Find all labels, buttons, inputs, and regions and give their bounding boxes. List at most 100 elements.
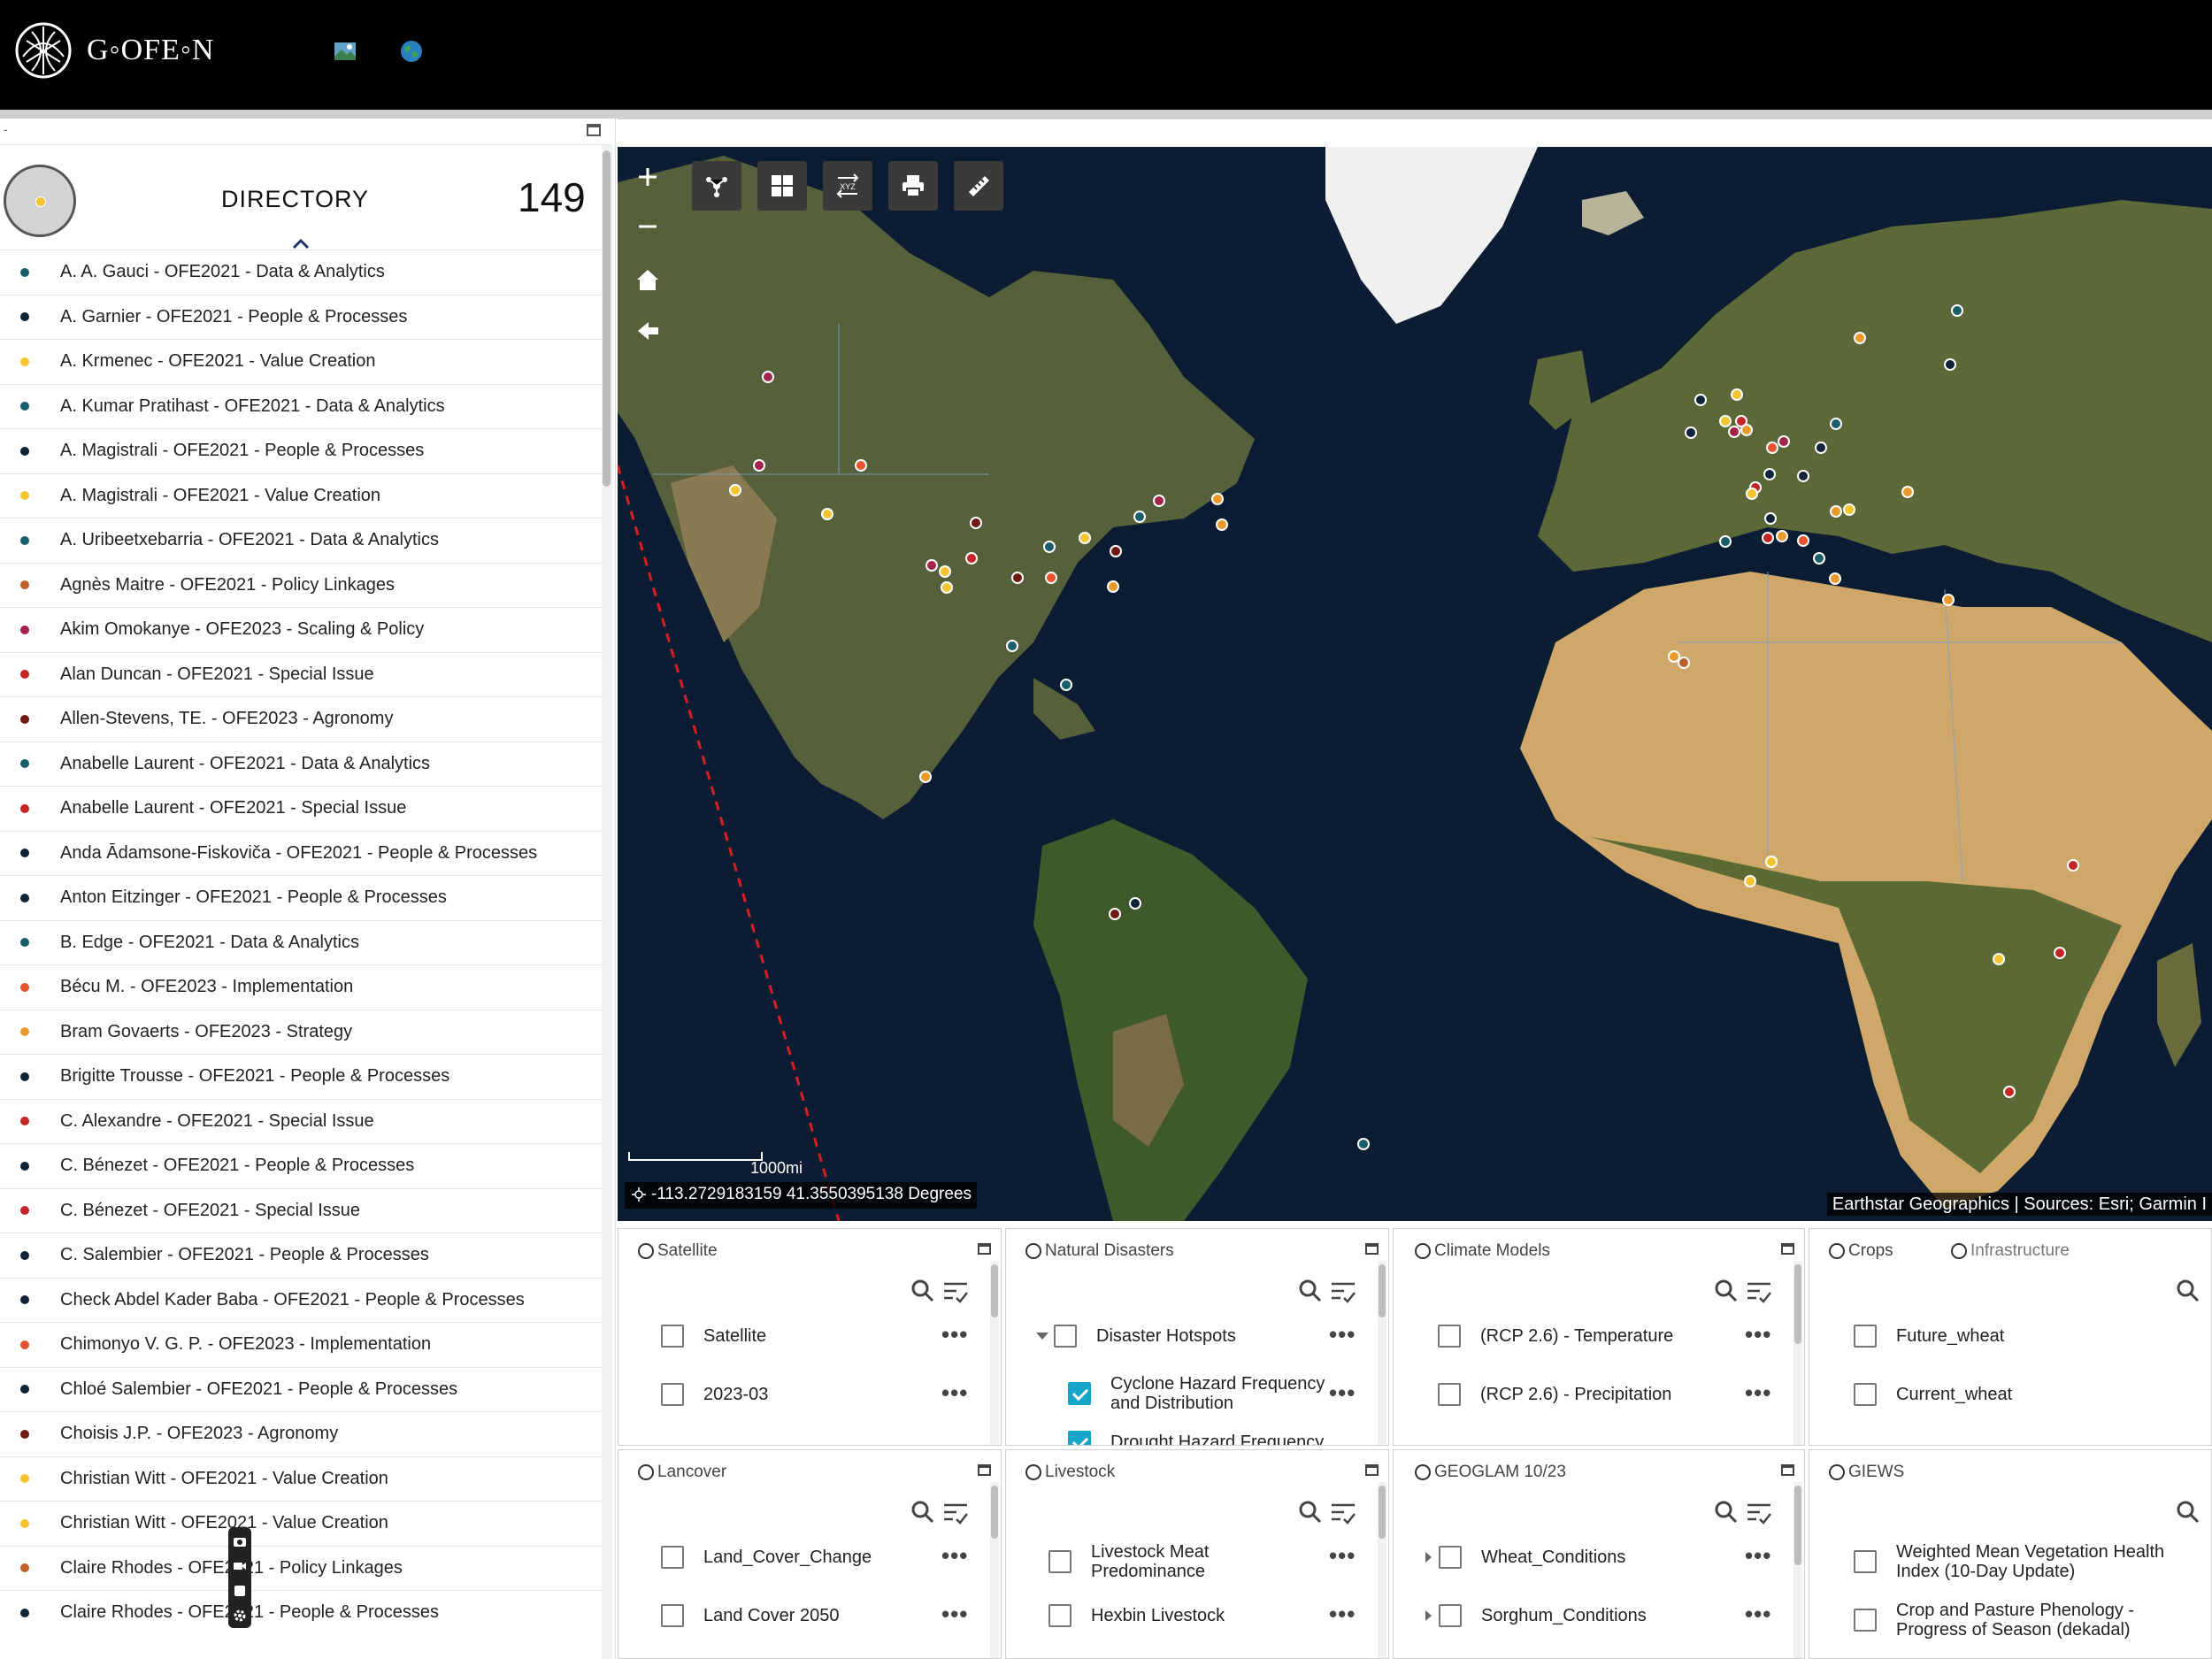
search-icon[interactable]	[2176, 1279, 2200, 1303]
more-options-icon[interactable]: •••	[1745, 1601, 1771, 1628]
search-icon[interactable]	[910, 1279, 935, 1303]
layer-row[interactable]: Drought Hazard Frequency	[1068, 1431, 1324, 1445]
directory-item[interactable]: Chloé Salembier - OFE2021 - People & Pro…	[0, 1366, 602, 1412]
directory-item[interactable]: Choisis J.P. - OFE2023 - Agronomy	[0, 1411, 602, 1456]
maximize-icon[interactable]	[978, 1464, 991, 1476]
layer-checkbox[interactable]	[661, 1546, 684, 1569]
more-options-icon[interactable]: •••	[1329, 1542, 1356, 1570]
directory-item[interactable]: Chimonyo V. G. P. - OFE2023 - Implementa…	[0, 1322, 602, 1367]
directory-item[interactable]: Bram Govaerts - OFE2023 - Strategy	[0, 1009, 602, 1055]
directory-item[interactable]: Christian Witt - OFE2021 - Value Creatio…	[0, 1501, 602, 1546]
print-button[interactable]	[888, 161, 938, 211]
search-icon[interactable]	[1714, 1279, 1739, 1303]
layer-row[interactable]: Current_wheat	[1854, 1383, 2012, 1406]
caret-right-icon[interactable]	[1425, 1552, 1432, 1563]
directory-item[interactable]: Anabelle Laurent - OFE2021 - Data & Anal…	[0, 741, 602, 787]
panel-ring-icon[interactable]	[638, 1243, 654, 1259]
layer-checkbox[interactable]	[1054, 1325, 1077, 1348]
layer-row[interactable]: Hexbin Livestock	[1048, 1604, 1225, 1627]
layer-checkbox[interactable]	[661, 1604, 684, 1627]
home-button[interactable]	[630, 262, 665, 297]
panel-ring-icon[interactable]	[1829, 1464, 1845, 1480]
layer-row[interactable]: Satellite	[661, 1325, 766, 1348]
panel-scroll-thumb[interactable]	[991, 1264, 998, 1317]
maximize-icon[interactable]	[978, 1243, 991, 1255]
layer-row[interactable]: Cyclone Hazard Frequency and Distributio…	[1068, 1374, 1332, 1413]
layer-checkbox[interactable]	[1438, 1383, 1461, 1406]
directory-item[interactable]: Allen-Stevens, TE. - OFE2023 - Agronomy	[0, 696, 602, 741]
directory-item[interactable]: C. Salembier - OFE2021 - People & Proces…	[0, 1233, 602, 1278]
search-icon[interactable]	[1714, 1500, 1739, 1525]
layer-checkbox[interactable]	[1854, 1383, 1877, 1406]
search-icon[interactable]	[1298, 1500, 1323, 1525]
directory-item[interactable]: A. Garnier - OFE2021 - People & Processe…	[0, 294, 602, 340]
layer-checkbox[interactable]	[1439, 1546, 1462, 1569]
basemap-gallery-button[interactable]	[692, 161, 741, 211]
directory-item[interactable]: A. Krmenec - OFE2021 - Value Creation	[0, 339, 602, 384]
panel-scroll-thumb[interactable]	[1794, 1264, 1801, 1344]
more-options-icon[interactable]: •••	[1745, 1542, 1771, 1570]
maximize-icon[interactable]	[1781, 1243, 1794, 1255]
search-icon[interactable]	[910, 1500, 935, 1525]
map-landscape-icon[interactable]	[333, 39, 357, 64]
panel-ring-icon[interactable]	[1415, 1464, 1431, 1480]
layer-row[interactable]: Crop and Pasture Phenology - Progress of…	[1854, 1601, 2197, 1640]
panel-scroll-thumb[interactable]	[1379, 1486, 1386, 1539]
more-options-icon[interactable]: •••	[941, 1601, 968, 1628]
directory-item[interactable]: C. Alexandre - OFE2021 - Special Issue	[0, 1098, 602, 1144]
layer-checkbox[interactable]	[1048, 1550, 1071, 1573]
zoom-in-button[interactable]	[630, 159, 665, 195]
more-options-icon[interactable]: •••	[941, 1321, 968, 1348]
screen-icon[interactable]	[233, 1584, 247, 1598]
maximize-icon[interactable]	[1781, 1464, 1794, 1476]
directory-item[interactable]: Anabelle Laurent - OFE2021 - Special Iss…	[0, 786, 602, 831]
maximize-icon[interactable]	[1365, 1464, 1379, 1476]
layer-row[interactable]: Weighted Mean Vegetation Health Index (1…	[1854, 1542, 2197, 1581]
directory-item[interactable]: A. Uribeetxebarria - OFE2021 - Data & An…	[0, 518, 602, 563]
directory-item[interactable]: Claire Rhodes - OFE2021 - Policy Linkage…	[0, 1545, 602, 1591]
layer-row[interactable]: Land Cover 2050	[661, 1604, 839, 1627]
camera-icon[interactable]	[233, 1534, 247, 1548]
directory-item[interactable]: C. Bénezet - OFE2021 - Special Issue	[0, 1187, 602, 1233]
map-view[interactable]: XYZ 1000mi -113.2729183159 41.3550395138…	[618, 147, 2212, 1221]
layer-row[interactable]: Land_Cover_Change	[661, 1546, 872, 1569]
directory-item[interactable]: A. Kumar Pratihast - OFE2021 - Data & An…	[0, 383, 602, 429]
caret-down-icon[interactable]	[1036, 1333, 1048, 1340]
panel-scroll-thumb[interactable]	[1379, 1264, 1386, 1317]
zoom-out-button[interactable]	[630, 209, 665, 244]
layer-grid-button[interactable]	[757, 161, 807, 211]
logo[interactable]: G◦OFE◦N	[14, 21, 214, 80]
crosshair-icon[interactable]	[632, 1187, 646, 1202]
globe-icon[interactable]	[399, 39, 424, 64]
filter-list-icon[interactable]	[1330, 1279, 1356, 1303]
filter-list-icon[interactable]	[942, 1279, 969, 1303]
panel-scroll-thumb[interactable]	[1794, 1486, 1801, 1565]
layer-row[interactable]: Livestock Meat Predominance	[1048, 1542, 1286, 1581]
layer-row[interactable]: 2023-03	[661, 1383, 768, 1406]
directory-item[interactable]: Claire Rhodes - OFE2021 - People & Proce…	[0, 1590, 602, 1635]
panel-ring-icon[interactable]	[1415, 1243, 1431, 1259]
directory-item[interactable]: Bécu M. - OFE2023 - Implementation	[0, 964, 602, 1010]
layer-row[interactable]: Future_wheat	[1854, 1325, 2004, 1348]
measure-button[interactable]	[954, 161, 1003, 211]
layer-row[interactable]: (RCP 2.6) - Precipitation	[1438, 1383, 1671, 1406]
directory-item[interactable]: Anda Ādamsone-Fiskoviča - OFE2021 - Peop…	[0, 830, 602, 876]
chevron-up-icon[interactable]	[292, 237, 310, 250]
layer-group-row[interactable]: Wheat_Conditions	[1425, 1546, 1625, 1569]
panel-scroll-thumb[interactable]	[991, 1486, 998, 1539]
search-icon[interactable]	[2176, 1500, 2200, 1525]
more-options-icon[interactable]: •••	[941, 1379, 968, 1407]
directory-item[interactable]: Christian Witt - OFE2021 - Value Creatio…	[0, 1455, 602, 1502]
directory-item[interactable]: Check Abdel Kader Baba - OFE2021 - Peopl…	[0, 1277, 602, 1323]
layer-group-row[interactable]: Sorghum_Conditions	[1425, 1604, 1647, 1627]
directory-item[interactable]: A. Magistrali - OFE2021 - People & Proce…	[0, 428, 602, 473]
xyz-tiles-button[interactable]: XYZ	[823, 161, 872, 211]
directory-item[interactable]: Agnès Maitre - OFE2021 - Policy Linkages	[0, 562, 602, 608]
layer-row[interactable]: (RCP 2.6) - Temperature	[1438, 1325, 1673, 1348]
layer-checkbox[interactable]	[1439, 1604, 1462, 1627]
directory-filter-circle[interactable]	[4, 165, 76, 237]
panel-ring-icon[interactable]	[1951, 1243, 1967, 1259]
more-options-icon[interactable]: •••	[1745, 1321, 1771, 1348]
filter-list-icon[interactable]	[1746, 1279, 1772, 1303]
directory-item[interactable]: A. A. Gauci - OFE2021 - Data & Analytics	[0, 250, 602, 295]
